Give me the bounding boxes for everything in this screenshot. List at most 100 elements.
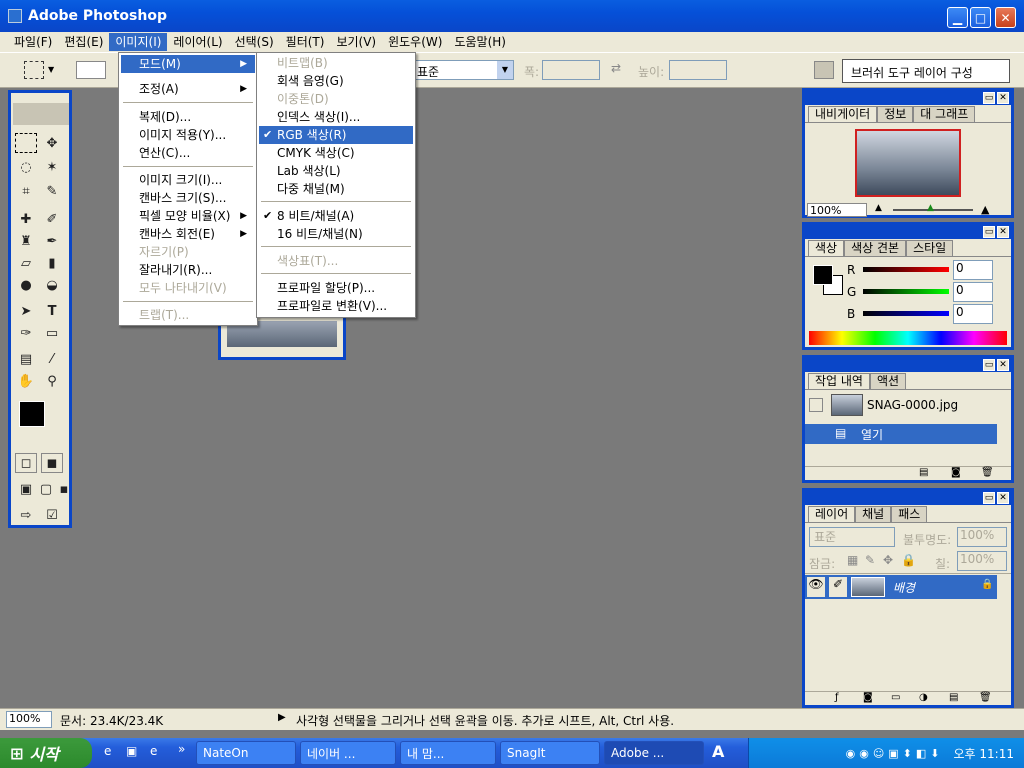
image-menu-pixel-aspect[interactable]: 픽셀 모양 비율(X) ▶: [121, 207, 255, 225]
width-field[interactable]: [542, 60, 600, 80]
image-menu-trim[interactable]: 잘라내기(R)...: [121, 261, 255, 279]
layer-style-icon[interactable]: ƒ: [835, 692, 839, 703]
g-field[interactable]: 0: [953, 282, 993, 302]
close-button[interactable]: ✕: [995, 7, 1016, 28]
image-menu-calculations[interactable]: 연산(C)...: [121, 144, 255, 162]
zoom-in-icon[interactable]: ▲: [981, 203, 989, 216]
height-field[interactable]: [669, 60, 727, 80]
jump-to-imageready-icon[interactable]: ⇨: [15, 505, 37, 525]
lock-image-icon[interactable]: ✎: [865, 553, 875, 567]
marquee-preset-icon[interactable]: [24, 61, 44, 79]
menu-select[interactable]: 선택(S): [229, 33, 280, 51]
lock-position-icon[interactable]: ✥: [883, 553, 893, 567]
start-button[interactable]: ⊞ 시작: [0, 738, 92, 768]
language-bar-icon[interactable]: A: [712, 742, 724, 761]
close-panel-icon[interactable]: ✕: [997, 226, 1009, 238]
task-photoshop[interactable]: Adobe ...: [604, 741, 704, 765]
tab-paths[interactable]: 패스: [891, 506, 928, 522]
layer-mask-icon[interactable]: ◙: [863, 692, 873, 703]
clone-stamp-icon[interactable]: ♜: [15, 231, 37, 251]
clock[interactable]: 오후 11:11: [954, 745, 1014, 762]
quicklaunch-ie-icon[interactable]: e: [104, 744, 111, 758]
mode-cmyk[interactable]: CMYK 색상(C): [259, 144, 413, 162]
mode-16bit[interactable]: 16 비트/채널(N): [259, 225, 413, 243]
b-slider[interactable]: [863, 311, 949, 316]
menu-window[interactable]: 윈도우(W): [382, 33, 448, 51]
minimize-panel-icon[interactable]: ▭: [983, 492, 995, 504]
menu-edit[interactable]: 편집(E): [58, 33, 109, 51]
tab-color[interactable]: 색상: [808, 240, 845, 256]
quickmask-mode-icon[interactable]: ◼: [41, 453, 63, 473]
close-panel-icon[interactable]: ✕: [997, 92, 1009, 104]
history-brush-source-icon[interactable]: [809, 398, 823, 412]
lasso-tool-icon[interactable]: ◌: [15, 157, 37, 177]
task-nateon[interactable]: NateOn: [196, 741, 296, 765]
image-menu-adjust[interactable]: 조정(A) ▶: [121, 80, 255, 98]
zoom-tool-icon[interactable]: ⚲: [41, 371, 63, 391]
foreground-color-swatch[interactable]: [19, 401, 45, 427]
minimize-panel-icon[interactable]: ▭: [983, 226, 995, 238]
image-menu-rotate-canvas[interactable]: 캔바스 회전(E) ▶: [121, 225, 255, 243]
b-field[interactable]: 0: [953, 304, 993, 324]
r-slider[interactable]: [863, 267, 949, 272]
new-set-icon[interactable]: ▭: [891, 692, 900, 703]
brush-tool-icon[interactable]: ✐: [41, 209, 63, 229]
swap-icon[interactable]: ⇄: [611, 61, 621, 75]
quicklaunch-more-icon[interactable]: »: [178, 742, 185, 756]
tab-history[interactable]: 작업 내역: [808, 373, 870, 389]
color-foreground-swatch[interactable]: [813, 265, 833, 285]
tab-channels[interactable]: 채널: [855, 506, 892, 522]
minimize-panel-icon[interactable]: ▭: [983, 359, 995, 371]
eye-icon[interactable]: 👁: [807, 577, 825, 597]
menu-view[interactable]: 보기(V): [330, 33, 382, 51]
mode-lab[interactable]: Lab 색상(L): [259, 162, 413, 180]
task-folder[interactable]: 내 맘...: [400, 741, 496, 765]
image-menu-image-size[interactable]: 이미지 크기(I)...: [121, 171, 255, 189]
palette-well-tabs[interactable]: 브러쉬 도구 레이어 구성: [851, 64, 973, 81]
blend-mode-select[interactable]: 표준: [809, 527, 895, 547]
close-panel-icon[interactable]: ✕: [997, 359, 1009, 371]
zoom-out-icon[interactable]: ▲: [875, 203, 882, 213]
g-slider[interactable]: [863, 289, 949, 294]
maximize-button[interactable]: □: [970, 7, 991, 28]
menu-file[interactable]: 파일(F): [8, 33, 58, 51]
tab-actions[interactable]: 액션: [869, 373, 907, 389]
imageready-icon[interactable]: ☑: [41, 505, 63, 525]
shape-tool-icon[interactable]: ▭: [41, 323, 63, 343]
trash-icon[interactable]: 🗑: [979, 692, 992, 703]
lock-all-icon[interactable]: 🔒: [901, 553, 916, 567]
r-field[interactable]: 0: [953, 260, 993, 280]
navigator-zoom-field[interactable]: 100%: [807, 203, 867, 217]
crop-tool-icon[interactable]: ⌗: [15, 181, 37, 201]
tab-navigator[interactable]: 내비게이터: [808, 106, 878, 122]
lock-transparent-icon[interactable]: ▦: [847, 553, 858, 567]
quicklaunch-browser-icon[interactable]: e: [150, 744, 157, 758]
blur-tool-icon[interactable]: ●: [15, 275, 37, 295]
magic-wand-icon[interactable]: ✶: [41, 157, 63, 177]
tab-styles[interactable]: 스타일: [906, 240, 954, 256]
dodge-tool-icon[interactable]: ◒: [41, 275, 63, 295]
healing-brush-icon[interactable]: ✚: [15, 209, 37, 229]
mode-grayscale[interactable]: 회색 음영(G): [259, 72, 413, 90]
mode-8bit[interactable]: ✔ 8 비트/채널(A): [259, 207, 413, 225]
minimize-button[interactable]: ▁: [947, 7, 968, 28]
style-select[interactable]: 표준 ▼: [412, 60, 514, 80]
gradient-tool-icon[interactable]: ▮: [41, 253, 63, 273]
menu-filter[interactable]: 필터(T): [280, 33, 331, 51]
history-state[interactable]: ▤ 열기: [805, 424, 997, 444]
color-ramp[interactable]: [809, 331, 1007, 345]
adjustment-layer-icon[interactable]: ◑: [919, 692, 928, 703]
type-tool-icon[interactable]: T: [41, 301, 63, 321]
minimize-panel-icon[interactable]: ▭: [983, 92, 995, 104]
mode-rgb[interactable]: ✔ RGB 색상(R): [259, 126, 413, 144]
task-snagit[interactable]: SnagIt: [500, 741, 600, 765]
tab-info[interactable]: 정보: [877, 106, 914, 122]
status-arrow-icon[interactable]: ▶: [278, 712, 286, 723]
mode-multichannel[interactable]: 다중 채널(M): [259, 180, 413, 198]
eyedropper-icon[interactable]: ⁄: [41, 349, 63, 369]
tab-layers[interactable]: 레이어: [808, 506, 856, 522]
eraser-tool-icon[interactable]: ▱: [15, 253, 37, 273]
menu-image[interactable]: 이미지(I): [109, 33, 168, 51]
trash-icon[interactable]: 🗑: [981, 467, 994, 478]
chevron-down-icon[interactable]: ▼: [48, 65, 54, 74]
